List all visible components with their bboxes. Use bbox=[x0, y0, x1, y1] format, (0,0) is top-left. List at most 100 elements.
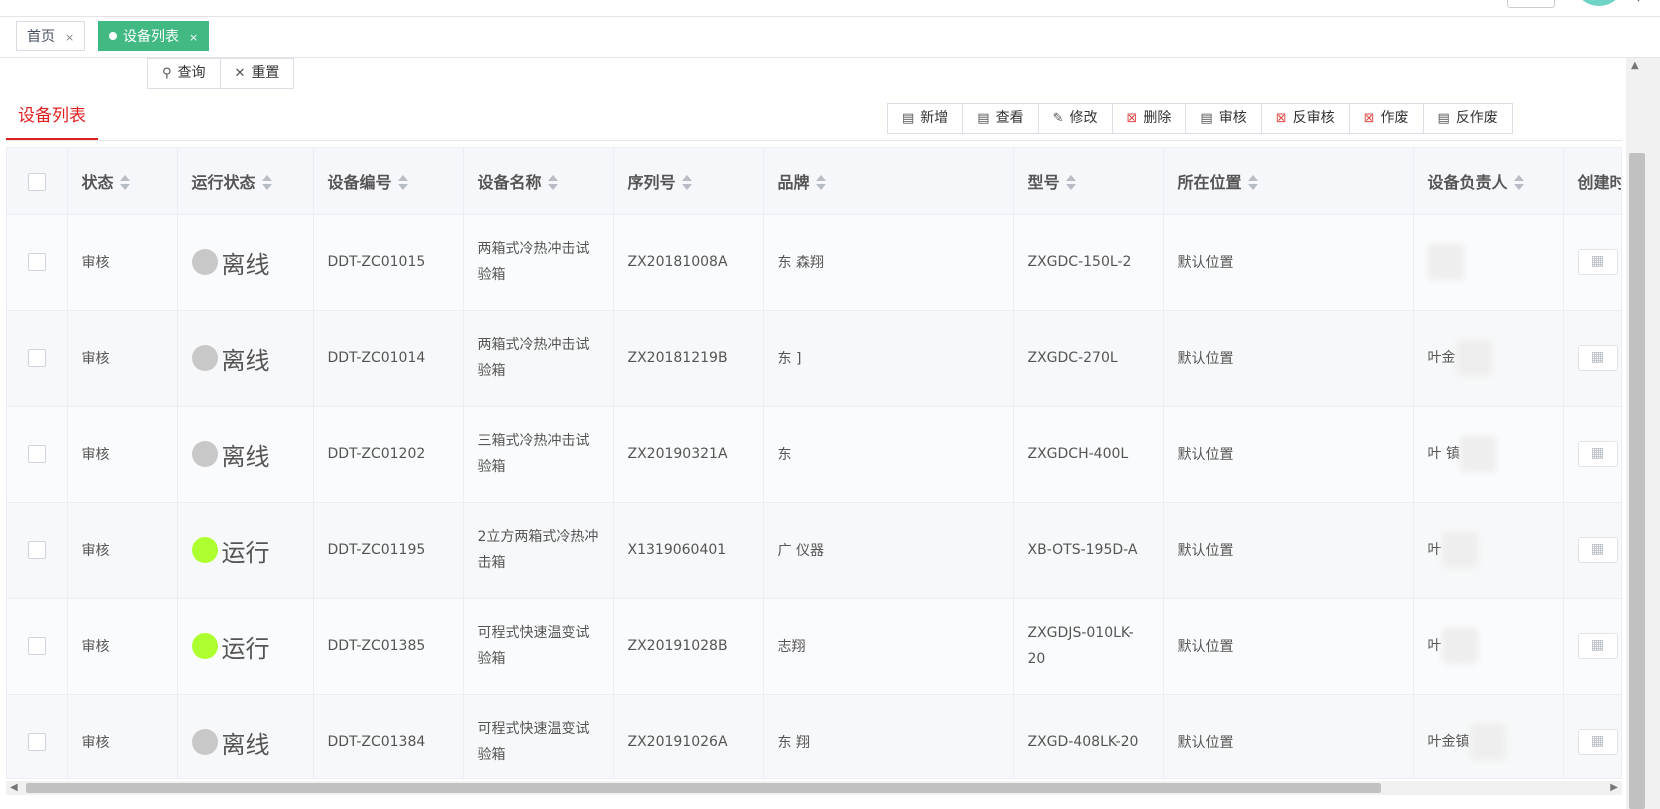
tag-home[interactable]: 首页 × bbox=[16, 21, 86, 51]
vertical-scrollbar[interactable]: ▲ bbox=[1627, 58, 1660, 809]
row-checkbox[interactable] bbox=[27, 541, 46, 559]
device-code-cell: DDT-ZC01014 bbox=[313, 310, 464, 407]
column-header-device-name[interactable]: 设备名称 bbox=[463, 148, 614, 215]
sort-icon[interactable] bbox=[681, 175, 692, 191]
scroll-right-icon[interactable]: ▶ bbox=[1610, 782, 1618, 793]
status-cell: 审核 bbox=[67, 214, 178, 311]
add-button[interactable]: ▤ 新增 bbox=[887, 103, 964, 134]
model-cell: ZXGDCH-400L bbox=[1013, 406, 1164, 503]
table-row[interactable]: 审核 运行 DDT-ZC01385 可程式快速温变试验箱 ZX20191028B 志翔 Z… bbox=[7, 598, 1621, 695]
scrollbar-thumb[interactable] bbox=[26, 783, 1381, 793]
column-header-location[interactable]: 所在位置 bbox=[1163, 148, 1414, 215]
close-icon[interactable]: × bbox=[65, 31, 74, 44]
unaudit-button[interactable]: ⊠ 反审核 bbox=[1260, 103, 1350, 134]
reset-button[interactable]: ✕ 重置 bbox=[219, 58, 295, 89]
select-all-cell bbox=[7, 148, 68, 215]
tags-view-bar: 首页 × 设备列表 × bbox=[0, 17, 1660, 58]
location-cell: 默认位置 bbox=[1163, 406, 1414, 503]
search-button[interactable]: ⚲ 查询 bbox=[147, 58, 221, 89]
sort-icon[interactable] bbox=[261, 175, 272, 191]
column-header-status[interactable]: 状态 bbox=[67, 148, 178, 215]
close-icon[interactable]: × bbox=[189, 31, 198, 44]
view-button[interactable]: ▤ 查看 bbox=[962, 103, 1039, 134]
audit-button[interactable]: ▤ 审核 bbox=[1185, 103, 1262, 134]
column-header-run-status[interactable]: 运行状态 bbox=[177, 148, 314, 215]
redacted-mask bbox=[1459, 436, 1496, 472]
sort-icon[interactable] bbox=[397, 175, 408, 191]
scroll-up-icon[interactable]: ▲ bbox=[1631, 60, 1639, 71]
calendar-icon[interactable]: ▦ bbox=[1577, 345, 1618, 371]
table-row[interactable]: 审核 运行 DDT-ZC01195 2立方两箱式冷热冲击箱 X1319060401 广 仪… bbox=[7, 502, 1621, 599]
model-cell: ZXGDC-270L bbox=[1013, 310, 1164, 407]
void-button[interactable]: ⊠ 作废 bbox=[1348, 103, 1424, 134]
column-header-device-code[interactable]: 设备编号 bbox=[313, 148, 464, 215]
calendar-icon[interactable]: ▦ bbox=[1577, 537, 1618, 563]
redacted-mask bbox=[1441, 628, 1478, 664]
location-cell: 默认位置 bbox=[1163, 214, 1414, 311]
sort-icon[interactable] bbox=[1065, 175, 1076, 191]
run-status-label: 离线 bbox=[221, 346, 270, 375]
sort-icon[interactable] bbox=[1247, 175, 1258, 191]
table-header-row: 状态 运行状态 设备编号 设备名称 序列号 品牌 型号 所在位置 设备负责人 创… bbox=[7, 148, 1621, 215]
device-code-cell: DDT-ZC01195 bbox=[313, 502, 464, 599]
model-cell: XB-OTS-195D-A bbox=[1013, 502, 1164, 599]
delete-button[interactable]: ⊠ 删除 bbox=[1111, 103, 1187, 134]
serial-cell: ZX20191026A bbox=[613, 694, 764, 778]
brand-cell: 东 bbox=[763, 406, 1014, 503]
top-header-strip: ▾ bbox=[0, 0, 1660, 17]
calendar-icon[interactable]: ▦ bbox=[1577, 633, 1618, 659]
created-cell: ▦ bbox=[1563, 310, 1621, 407]
unvoid-button[interactable]: ▤ 反作废 bbox=[1422, 103, 1513, 134]
table-row[interactable]: 审核 离线 DDT-ZC01202 三箱式冷热冲击试验箱 ZX20190321A 东 ZXG… bbox=[7, 406, 1621, 503]
status-cell: 审核 bbox=[67, 694, 178, 778]
run-status-label: 运行 bbox=[221, 538, 270, 567]
run-status-label: 离线 bbox=[221, 250, 270, 279]
brand-cell: 东 翔 bbox=[763, 694, 1014, 778]
column-header-owner[interactable]: 设备负责人 bbox=[1413, 148, 1564, 215]
column-header-serial[interactable]: 序列号 bbox=[613, 148, 764, 215]
sort-icon[interactable] bbox=[547, 175, 558, 191]
tag-home-label: 首页 bbox=[27, 29, 55, 45]
owner-cell: 叶 bbox=[1413, 598, 1564, 695]
device-name-cell: 可程式快速温变试验箱 bbox=[463, 694, 614, 778]
run-status-label: 离线 bbox=[221, 730, 270, 759]
table-row[interactable]: 审核 离线 DDT-ZC01014 两箱式冷热冲击试验箱 ZX20181219B 东 ] Z… bbox=[7, 310, 1621, 407]
select-all-checkbox[interactable] bbox=[27, 172, 46, 191]
status-dot-icon bbox=[191, 441, 218, 467]
device-name-cell: 两箱式冷热冲击试验箱 bbox=[463, 310, 614, 407]
horizontal-scrollbar[interactable]: ◀ ▶ bbox=[6, 781, 1622, 795]
column-header-created[interactable]: 创建时 bbox=[1563, 148, 1621, 215]
status-dot-icon bbox=[191, 633, 218, 659]
table-row[interactable]: 审核 离线 DDT-ZC01384 可程式快速温变试验箱 ZX20191026A 东 翔 Z… bbox=[7, 694, 1621, 778]
row-checkbox[interactable] bbox=[27, 253, 46, 271]
column-header-brand[interactable]: 品牌 bbox=[763, 148, 1014, 215]
header-tool-button[interactable] bbox=[1507, 0, 1555, 8]
calendar-icon[interactable]: ▦ bbox=[1577, 441, 1618, 467]
calendar-icon[interactable]: ▦ bbox=[1577, 729, 1618, 755]
owner-cell: 叶金 bbox=[1413, 310, 1564, 407]
column-header-model[interactable]: 型号 bbox=[1013, 148, 1164, 215]
sort-icon[interactable] bbox=[119, 175, 130, 191]
calendar-icon[interactable]: ▦ bbox=[1577, 249, 1618, 275]
edit-button[interactable]: ✎ 修改 bbox=[1037, 103, 1113, 134]
owner-text: 叶金 bbox=[1427, 350, 1456, 366]
tag-device-list[interactable]: 设备列表 × bbox=[98, 21, 210, 51]
brand-text: 志翔 bbox=[777, 639, 806, 655]
row-checkbox[interactable] bbox=[27, 637, 46, 655]
chevron-down-icon[interactable]: ▾ bbox=[1636, 0, 1641, 5]
sort-icon[interactable] bbox=[1513, 175, 1524, 191]
row-checkbox[interactable] bbox=[27, 733, 46, 751]
owner-text: 叶金镇 bbox=[1427, 734, 1470, 750]
avatar[interactable] bbox=[1577, 0, 1621, 6]
run-status-cell: 运行 bbox=[177, 502, 314, 599]
tab-device-list[interactable]: 设备列表 bbox=[6, 94, 98, 140]
serial-cell: ZX20181219B bbox=[613, 310, 764, 407]
scrollbar-thumb[interactable] bbox=[1629, 153, 1645, 809]
brand-text: 东 翔 bbox=[777, 735, 810, 751]
scroll-left-icon[interactable]: ◀ bbox=[10, 782, 18, 793]
table-row[interactable]: 审核 离线 DDT-ZC01015 两箱式冷热冲击试验箱 ZX20181008A 东 森翔… bbox=[7, 214, 1621, 311]
row-checkbox[interactable] bbox=[27, 445, 46, 463]
row-checkbox[interactable] bbox=[27, 349, 46, 367]
sort-icon[interactable] bbox=[815, 175, 826, 191]
brand-text: 东 bbox=[777, 447, 792, 463]
